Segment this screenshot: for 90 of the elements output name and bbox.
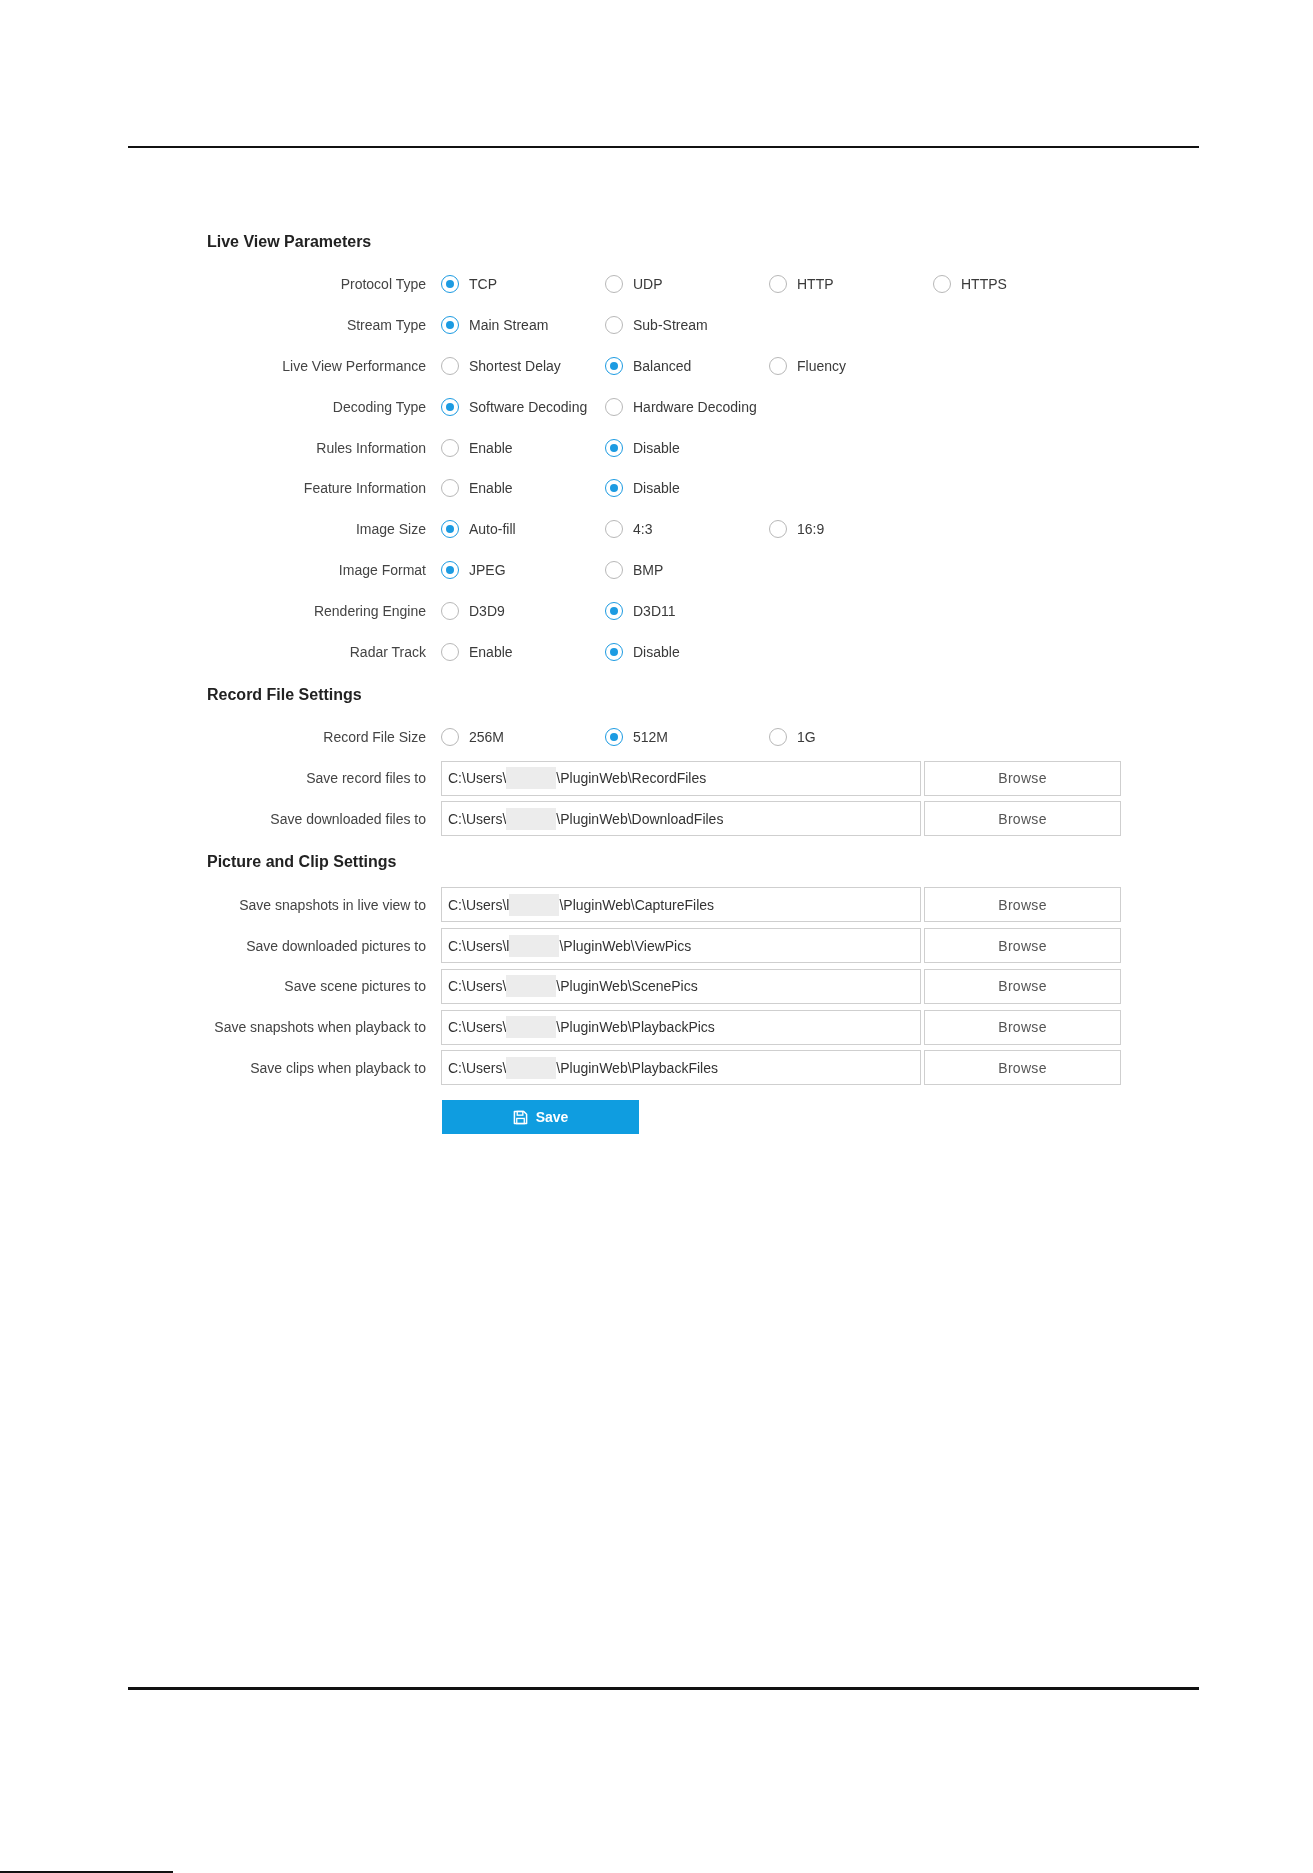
- radio-button[interactable]: [769, 357, 787, 375]
- field-label: Save record files to: [306, 770, 426, 787]
- field-label: Save snapshots when playback to: [214, 1019, 426, 1036]
- radio-option[interactable]: Auto-fill: [441, 520, 516, 539]
- radio-button[interactable]: [441, 642, 459, 661]
- radio-option[interactable]: Enable: [441, 642, 513, 661]
- field-label: Record File Size: [323, 729, 426, 746]
- radio-option[interactable]: Disable: [605, 642, 680, 661]
- field-label: Protocol Type: [340, 276, 426, 293]
- radio-option[interactable]: Balanced: [605, 357, 692, 375]
- field-label: Feature Information: [303, 480, 426, 497]
- browse-button[interactable]: Browse: [924, 1050, 1121, 1086]
- path-field[interactable]: C:\Users\ \PluginWeb\ScenePics: [441, 968, 921, 1004]
- radio-button[interactable]: [441, 560, 459, 579]
- path-field[interactable]: C:\Users\l \PluginWeb\ViewPics: [441, 928, 921, 964]
- radio-option[interactable]: Software Decoding: [441, 397, 588, 416]
- field-label: Save downloaded pictures to: [246, 937, 426, 954]
- radio-button[interactable]: [769, 520, 787, 539]
- save-icon: [512, 1109, 528, 1125]
- field-label: Image Size: [355, 521, 426, 538]
- path-field[interactable]: C:\Users\l \PluginWeb\CaptureFiles: [441, 887, 921, 923]
- radio-button[interactable]: [605, 479, 623, 498]
- radio-button[interactable]: [769, 728, 787, 747]
- browse-button[interactable]: Browse: [924, 801, 1121, 837]
- radio-button[interactable]: [441, 479, 459, 498]
- radio-option[interactable]: JPEG: [441, 560, 506, 579]
- radio-option[interactable]: HTTP: [769, 275, 834, 294]
- browse-button[interactable]: Browse: [924, 1009, 1121, 1045]
- radio-button[interactable]: [605, 275, 623, 294]
- radio-option[interactable]: Enable: [441, 479, 513, 498]
- browse-button[interactable]: Browse: [924, 887, 1121, 923]
- radio-button[interactable]: [605, 601, 623, 620]
- radio-option[interactable]: TCP: [441, 275, 497, 294]
- path-field[interactable]: C:\Users\ \PluginWeb\PlaybackFiles: [441, 1050, 921, 1086]
- radio-button[interactable]: [441, 397, 459, 416]
- field-label: Image Format: [338, 561, 426, 578]
- field-label: Radar Track: [349, 643, 426, 660]
- path-field[interactable]: C:\Users\ \PluginWeb\RecordFiles: [441, 760, 921, 796]
- radio-option[interactable]: Enable: [441, 438, 513, 457]
- field-label: Save clips when playback to: [250, 1059, 426, 1076]
- radio-button[interactable]: [441, 275, 459, 294]
- radio-button[interactable]: [441, 601, 459, 620]
- radio-option[interactable]: 1G: [769, 728, 816, 747]
- section-heading: Picture and Clip Settings: [207, 852, 397, 873]
- section-heading: Record File Settings: [207, 684, 362, 705]
- radio-option[interactable]: Disable: [605, 479, 680, 498]
- radio-option[interactable]: 16:9: [769, 520, 825, 539]
- field-label: Save scene pictures to: [284, 978, 426, 995]
- browse-button[interactable]: Browse: [924, 760, 1121, 796]
- radio-option[interactable]: Main Stream: [441, 316, 549, 335]
- radio-button[interactable]: [605, 560, 623, 579]
- radio-option[interactable]: Disable: [605, 438, 680, 457]
- radio-button[interactable]: [605, 357, 623, 375]
- radio-option[interactable]: 512M: [605, 728, 669, 747]
- field-label: Stream Type: [346, 317, 426, 334]
- radio-button[interactable]: [605, 438, 623, 457]
- radio-option[interactable]: 256M: [441, 728, 505, 747]
- radio-button[interactable]: [605, 316, 623, 335]
- field-label: Live View Performance: [282, 358, 426, 374]
- radio-button[interactable]: [605, 397, 623, 416]
- radio-button[interactable]: [605, 642, 623, 661]
- section-heading: Live View Parameters: [207, 232, 372, 252]
- radio-button[interactable]: [441, 357, 459, 375]
- radio-option[interactable]: UDP: [605, 275, 663, 294]
- browse-button[interactable]: Browse: [924, 968, 1121, 1004]
- field-label: Rules Information: [316, 439, 426, 456]
- field-label: Save downloaded files to: [270, 810, 426, 827]
- radio-button[interactable]: [605, 520, 623, 539]
- radio-option[interactable]: 4:3: [605, 520, 653, 539]
- radio-button[interactable]: [441, 728, 459, 747]
- path-field[interactable]: C:\Users\ \PluginWeb\DownloadFiles: [441, 801, 921, 837]
- radio-button[interactable]: [441, 316, 459, 335]
- radio-option[interactable]: D3D9: [441, 601, 505, 620]
- radio-option[interactable]: Sub-Stream: [605, 316, 708, 335]
- radio-button[interactable]: [769, 275, 787, 294]
- browse-button[interactable]: Browse: [924, 928, 1121, 964]
- radio-button[interactable]: [441, 520, 459, 539]
- radio-button[interactable]: [933, 275, 951, 294]
- radio-option[interactable]: BMP: [605, 560, 664, 579]
- path-field[interactable]: C:\Users\ \PluginWeb\PlaybackPics: [441, 1009, 921, 1045]
- radio-option[interactable]: D3D11: [605, 601, 676, 620]
- radio-button[interactable]: [441, 438, 459, 457]
- radio-button[interactable]: [605, 728, 623, 747]
- radio-option[interactable]: Hardware Decoding: [605, 397, 757, 416]
- field-label: Decoding Type: [332, 398, 426, 415]
- radio-option[interactable]: Shortest Delay: [441, 357, 561, 375]
- field-label: Save snapshots in live view to: [239, 896, 426, 913]
- radio-option[interactable]: HTTPS: [933, 275, 1007, 294]
- radio-option[interactable]: Fluency: [769, 357, 847, 375]
- field-label: Rendering Engine: [313, 602, 426, 619]
